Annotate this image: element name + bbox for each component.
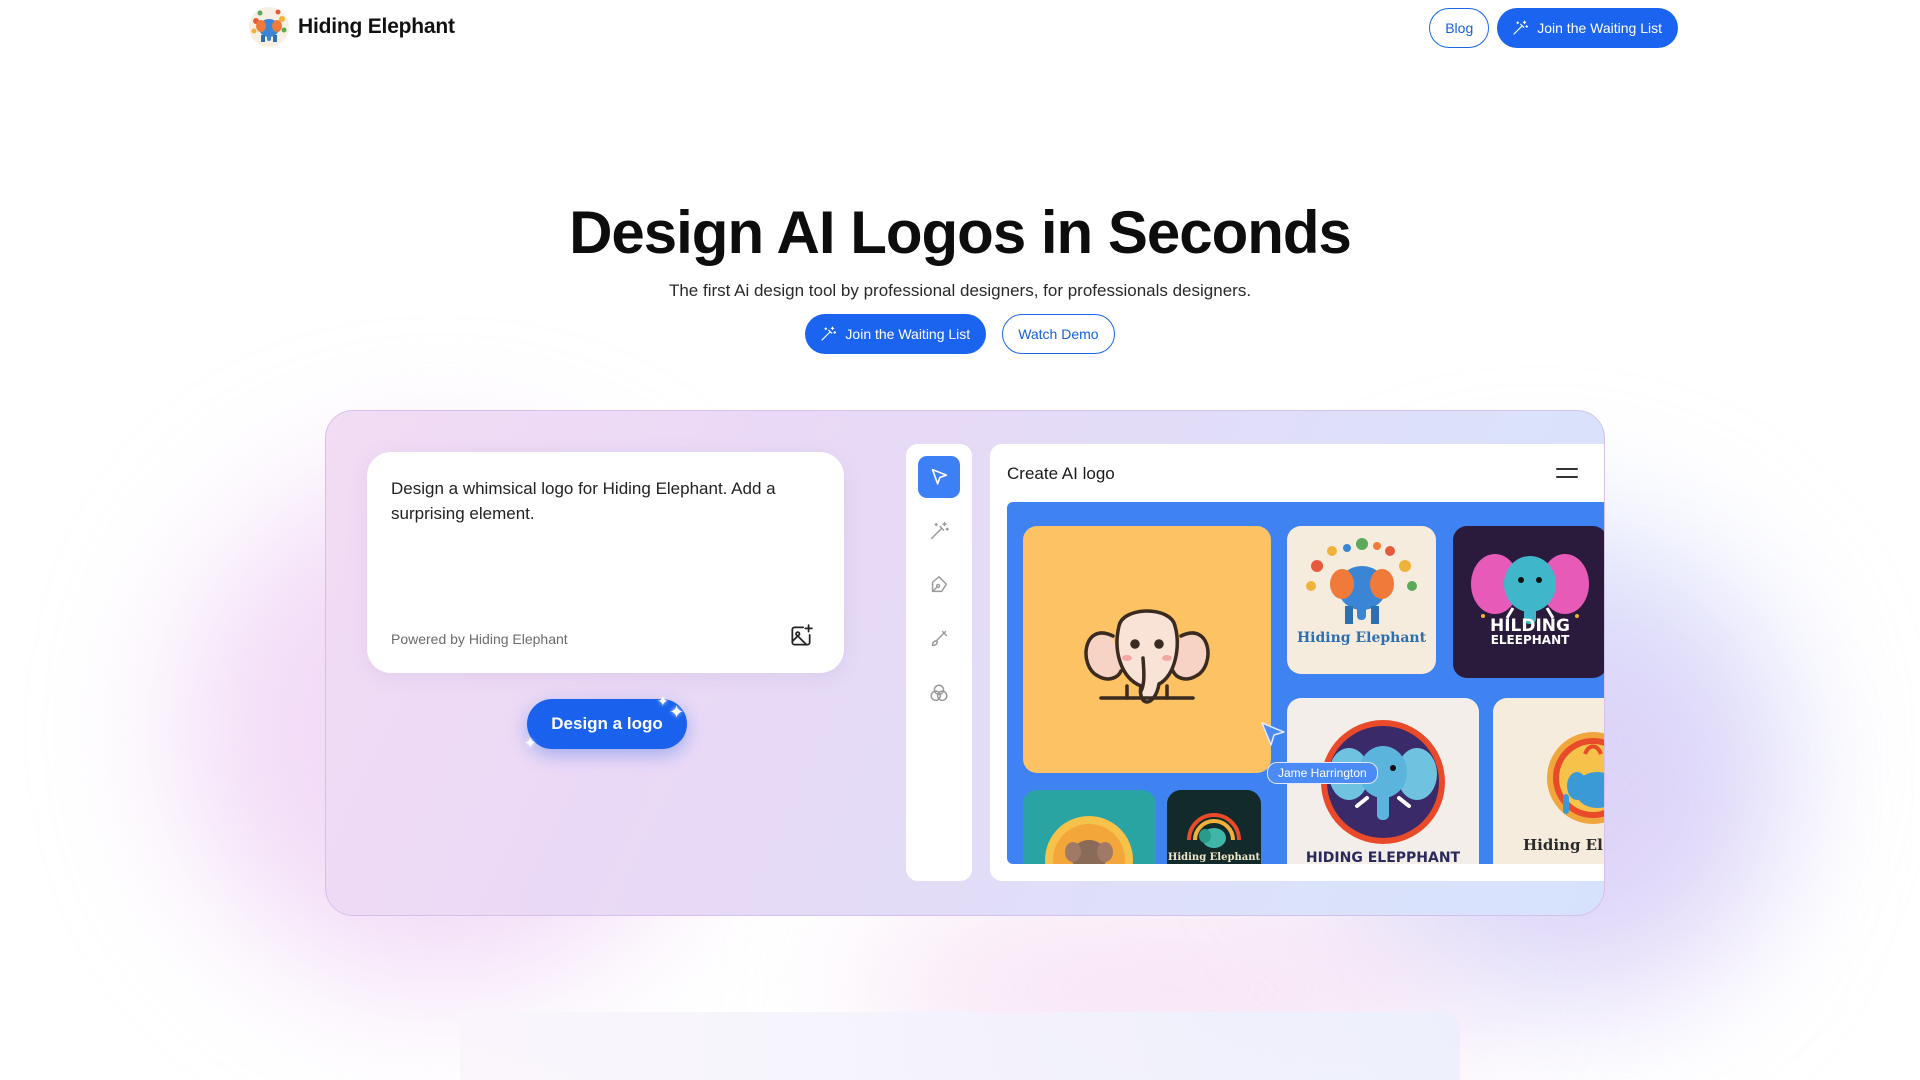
magic-wand-tool-button[interactable] xyxy=(918,510,960,552)
logo-tile-cute-elephant[interactable] xyxy=(1023,526,1271,773)
logo-tile-sunset-elephant[interactable]: Hiding El xyxy=(1493,698,1604,864)
elephant-logo-icon xyxy=(1471,554,1589,624)
collaborator-cursor-icon xyxy=(1261,722,1285,746)
brush-tool-button[interactable] xyxy=(918,618,960,660)
brand-name: Hiding Elephant xyxy=(298,15,455,38)
logo-tile-neon-elephant[interactable]: HILDING ELEEPHANT xyxy=(1453,526,1604,678)
panel-title: Create AI logo xyxy=(1007,464,1115,483)
elephant-illustration-icon xyxy=(1084,609,1210,704)
add-image-icon[interactable] xyxy=(788,623,814,649)
magic-wand-icon xyxy=(821,326,837,341)
magic-wand-icon xyxy=(930,522,949,540)
watch-demo-button[interactable]: Watch Demo xyxy=(1002,314,1115,354)
hero-join-label: Join the Waiting List xyxy=(845,326,971,342)
blog-button[interactable]: Blog xyxy=(1429,8,1490,48)
logo-tile-text: Hiding Elephant xyxy=(1167,852,1261,863)
brand-link[interactable]: Hiding Elephant xyxy=(248,6,455,48)
blend-tool-button[interactable] xyxy=(918,672,960,714)
select-tool-button[interactable] xyxy=(918,456,960,498)
join-waiting-list-button[interactable]: Join the Waiting List xyxy=(1497,8,1678,48)
hero-subtitle: The first Ai design tool by professional… xyxy=(668,281,1252,300)
logo-tile-colorful-elephant[interactable]: Hiding Elephant xyxy=(1287,526,1436,674)
logo-gallery: Hiding Elephant HILDING ELEEPHANT HIDING… xyxy=(1007,502,1604,864)
logo-tile-text: ELEEPHANT xyxy=(1490,633,1570,647)
logo-tile-text: HIDING ELEPPHANT xyxy=(1305,850,1461,864)
overlapping-circles-icon xyxy=(930,684,948,702)
hero-title: Design AI Logos in Seconds xyxy=(569,199,1352,266)
elephant-logo-icon xyxy=(1306,538,1417,624)
elephant-logo-icon xyxy=(248,6,290,48)
menu-icon[interactable] xyxy=(1556,468,1578,482)
hero-cta-group: Join the Waiting List Watch Demo xyxy=(0,314,1920,354)
logo-tile-text: Hiding El xyxy=(1523,836,1603,854)
pen-tool-button[interactable] xyxy=(918,564,960,606)
brush-icon xyxy=(931,630,948,647)
powered-by-label: Powered by Hiding Elephant xyxy=(391,631,568,647)
next-section-preview xyxy=(460,1012,1460,1080)
logo-tile-teal-elephant[interactable] xyxy=(1023,790,1156,864)
create-logo-panel: Create AI logo Hiding Elephant HILDING E… xyxy=(990,444,1604,881)
sparkle-icon: ✦ xyxy=(524,735,537,752)
site-header: Hiding Elephant Blog Join the Waiting Li… xyxy=(0,0,1920,56)
top-nav: Blog Join the Waiting List xyxy=(1429,8,1678,48)
magic-wand-icon xyxy=(1513,20,1529,35)
sparkle-icon: ✦ xyxy=(657,693,669,709)
tool-sidebar xyxy=(906,444,972,881)
collaborator-name-tag: Jame Harrington xyxy=(1267,762,1378,784)
cursor-arrow-icon xyxy=(931,468,948,485)
sparkle-icon: ✦ xyxy=(669,702,685,722)
logo-tile-text: Hiding Elephant xyxy=(1296,630,1427,646)
logo-tile-dark-elephant[interactable]: Hiding Elephant xyxy=(1167,790,1261,864)
join-waiting-list-label: Join the Waiting List xyxy=(1537,20,1662,36)
hero-join-waiting-list-button[interactable]: Join the Waiting List xyxy=(805,314,987,354)
elephant-badge-icon xyxy=(1045,816,1133,864)
pen-nib-icon xyxy=(931,576,948,593)
product-showcase: Design a whimsical logo for Hiding Eleph… xyxy=(325,410,1605,916)
prompt-textarea[interactable]: Design a whimsical logo for Hiding Eleph… xyxy=(391,476,811,526)
prompt-card: Design a whimsical logo for Hiding Eleph… xyxy=(367,452,844,673)
